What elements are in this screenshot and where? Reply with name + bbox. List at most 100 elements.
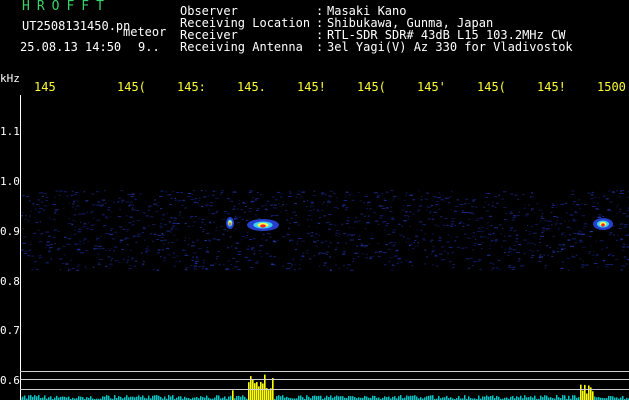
noise-speck	[407, 249, 410, 251]
noise-speck	[537, 261, 542, 263]
power-spike	[588, 385, 590, 400]
noise-speck	[518, 211, 520, 213]
noise-speck	[581, 215, 585, 217]
power-sample	[172, 395, 174, 400]
noise-speck	[100, 236, 102, 238]
noise-speck	[66, 195, 69, 197]
noise-speck	[392, 199, 394, 201]
noise-speck	[431, 218, 435, 220]
noise-speck	[215, 211, 217, 213]
noise-speck	[25, 215, 27, 217]
noise-speck	[435, 204, 439, 206]
power-trace	[20, 395, 629, 400]
noise-speck	[390, 269, 394, 271]
noise-speck	[293, 240, 295, 242]
noise-speck	[301, 255, 305, 257]
noise-speck	[109, 247, 112, 249]
noise-speck	[207, 195, 209, 197]
noise-speck	[291, 264, 294, 266]
noise-speck	[335, 264, 337, 266]
y-tick-label: 0.9	[0, 225, 20, 238]
noise-speck	[271, 263, 274, 265]
noise-speck	[526, 224, 529, 226]
noise-speck	[605, 264, 610, 265]
noise-speck	[579, 208, 581, 210]
noise-speck	[180, 192, 184, 194]
noise-speck	[626, 196, 629, 198]
noise-speck	[185, 237, 186, 239]
noise-speck	[174, 197, 176, 199]
noise-speck	[412, 213, 415, 215]
noise-speck	[405, 211, 408, 213]
noise-speck	[184, 222, 187, 224]
noise-speck	[612, 255, 615, 257]
noise-speck	[432, 246, 435, 248]
noise-speck	[168, 221, 171, 223]
noise-speck	[443, 250, 447, 252]
noise-speck	[453, 210, 457, 212]
noise-speck	[576, 204, 580, 206]
power-sample	[374, 395, 376, 400]
noise-speck	[488, 215, 492, 217]
noise-speck	[127, 256, 129, 258]
noise-speck	[514, 241, 519, 243]
noise-speck	[373, 192, 378, 194]
noise-speck	[367, 202, 369, 204]
noise-speck	[392, 244, 396, 246]
noise-speck	[286, 219, 288, 221]
power-sample	[400, 395, 402, 400]
noise-speck	[187, 196, 192, 198]
noise-speck	[98, 259, 103, 260]
noise-speck	[347, 217, 350, 219]
noise-speck	[37, 199, 41, 201]
noise-speck	[202, 231, 204, 233]
noise-speck	[290, 217, 293, 219]
power-sample	[106, 395, 108, 400]
noise-speck	[126, 261, 128, 263]
noise-speck	[479, 268, 482, 270]
y-tick-label: 0.6	[0, 374, 20, 387]
noise-speck	[21, 215, 23, 217]
noise-speck	[626, 263, 628, 265]
noise-speck	[394, 255, 398, 257]
noise-speck	[432, 264, 434, 266]
noise-speck	[561, 217, 563, 219]
noise-speck	[544, 265, 547, 267]
power-sample	[458, 396, 460, 400]
noise-speck	[56, 249, 60, 251]
noise-speck	[286, 204, 288, 206]
noise-speck	[164, 224, 167, 226]
noise-speck	[149, 233, 153, 235]
power-sample	[464, 395, 466, 400]
frequency-unit-label: kHz	[0, 72, 20, 85]
noise-speck	[616, 204, 620, 206]
power-sample	[612, 396, 614, 400]
noise-speck	[96, 253, 100, 255]
noise-speck	[210, 264, 214, 266]
noise-speck	[432, 199, 434, 201]
noise-speck	[21, 228, 24, 230]
noise-speck	[382, 222, 385, 224]
noise-speck	[193, 268, 197, 270]
noise-speck	[462, 210, 465, 212]
noise-speck	[317, 240, 319, 241]
noise-speck	[588, 251, 591, 253]
noise-speck	[287, 232, 289, 234]
noise-speck	[109, 250, 111, 251]
noise-speck	[59, 190, 62, 192]
noise-speck	[289, 191, 291, 193]
noise-speck	[170, 198, 173, 199]
noise-speck	[71, 190, 74, 192]
noise-speck	[438, 208, 441, 210]
noise-speck	[609, 232, 613, 234]
noise-speck	[45, 262, 50, 264]
meteor-echo-right-core	[601, 223, 605, 227]
noise-speck	[408, 244, 411, 246]
power-sample	[412, 395, 414, 400]
noise-speck	[545, 245, 549, 247]
plot-left-border	[20, 95, 21, 400]
noise-speck	[171, 225, 176, 227]
noise-speck	[446, 241, 450, 243]
noise-speck	[251, 247, 255, 249]
noise-speck	[349, 239, 354, 241]
